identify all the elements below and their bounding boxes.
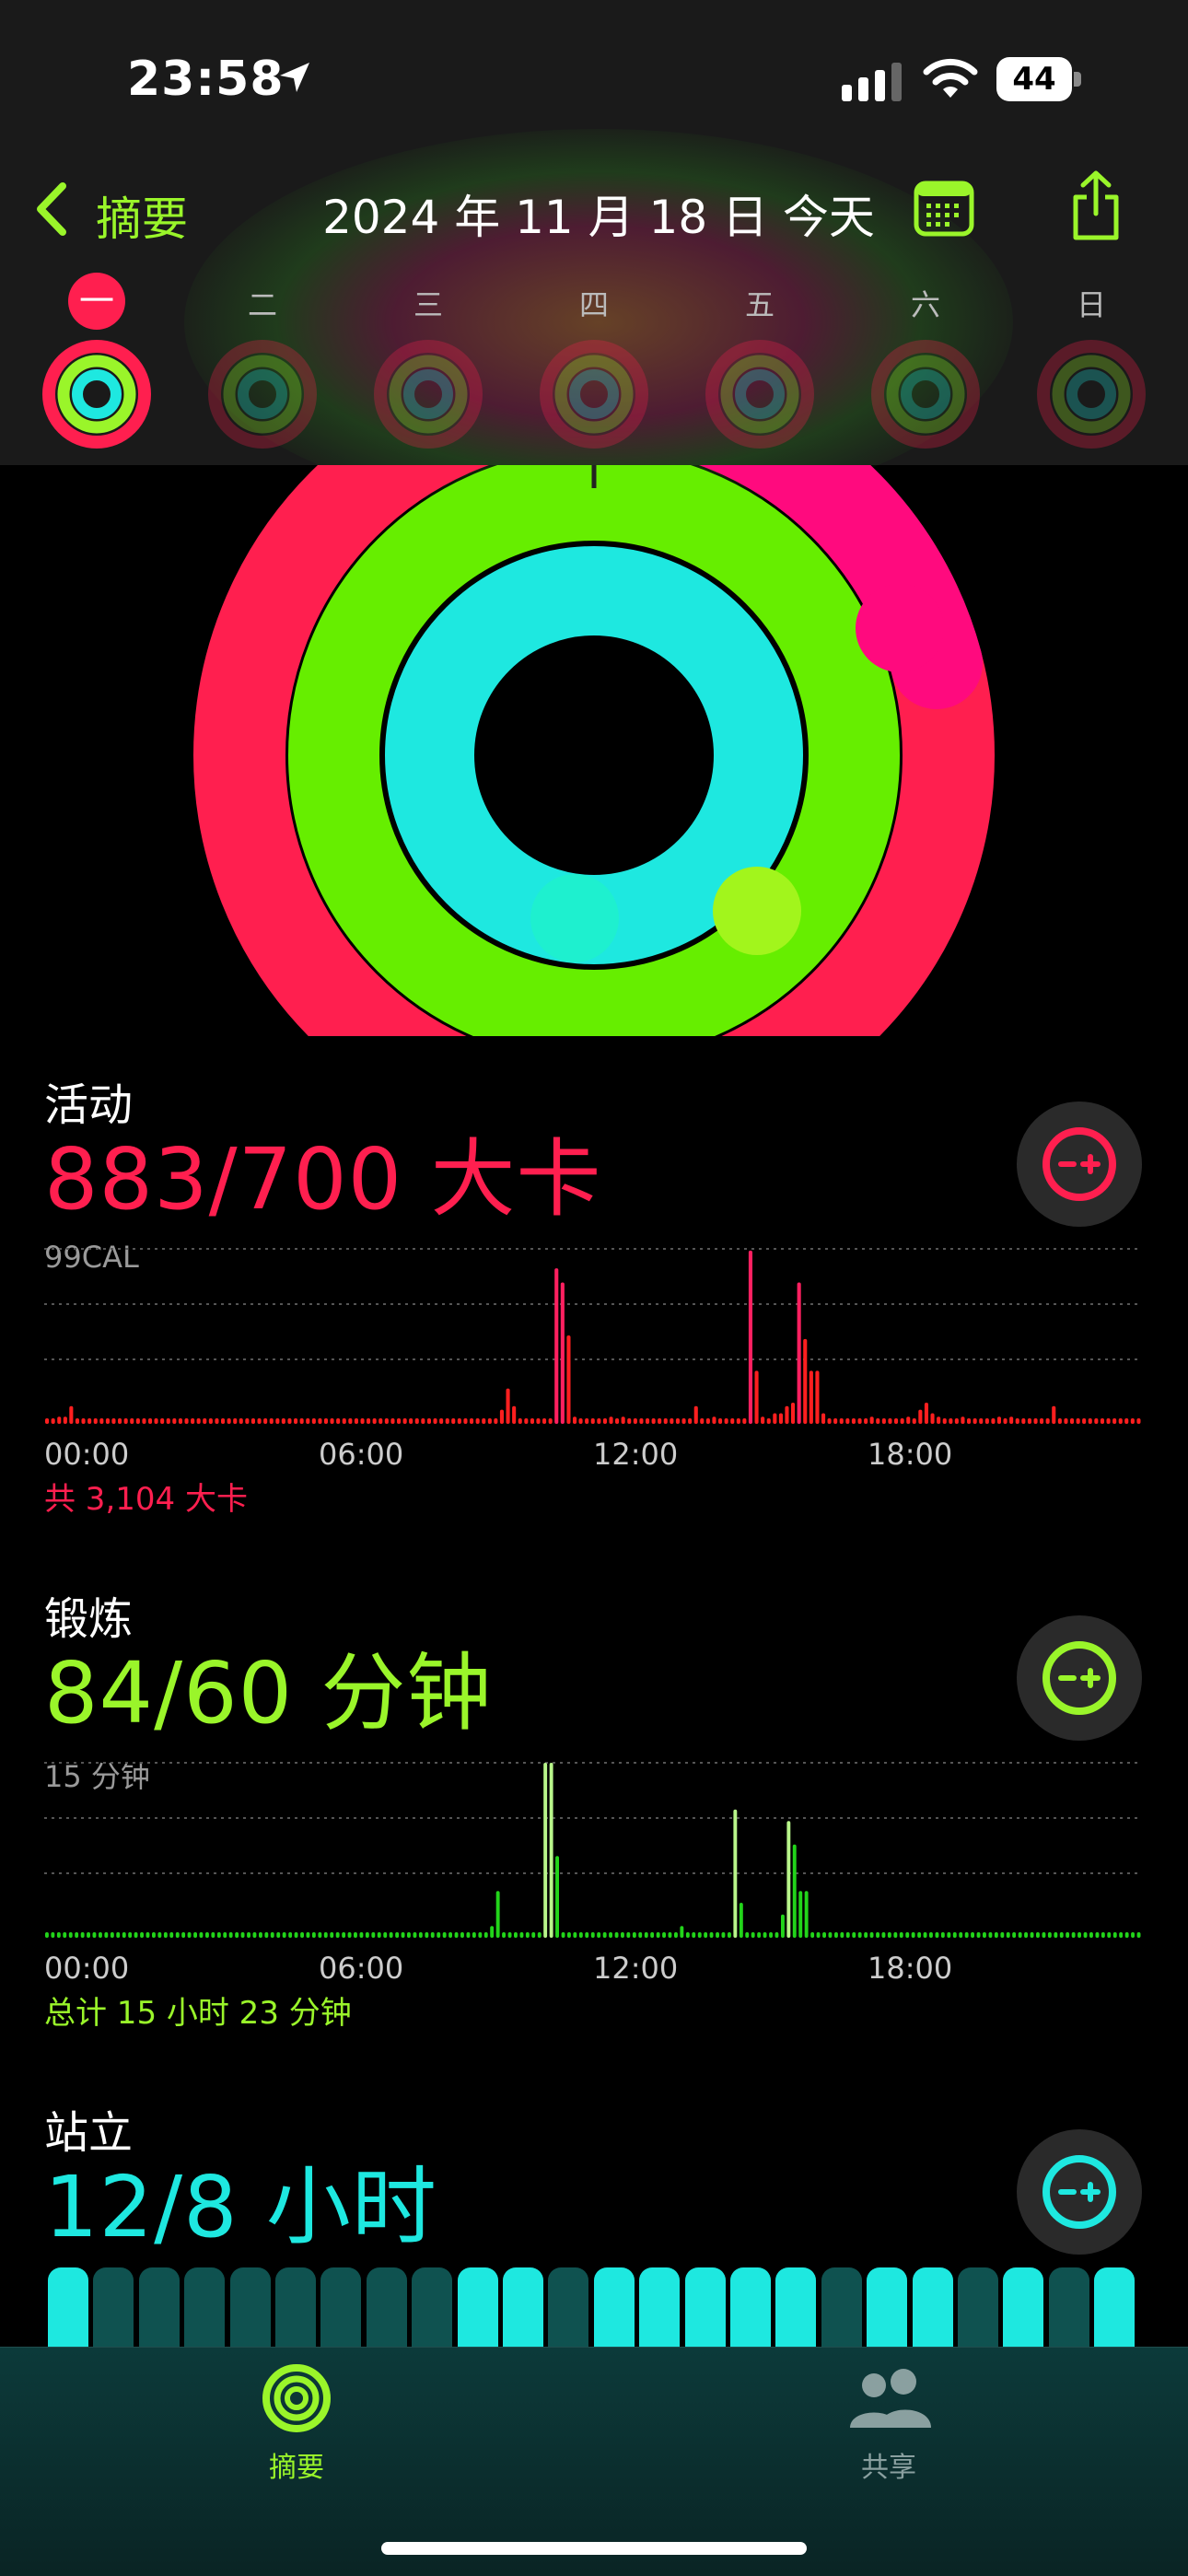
- stand-hour-bar: [366, 2267, 407, 2347]
- stand-hour-bar: [138, 2267, 180, 2347]
- stand-hour-bar: [593, 2267, 635, 2347]
- stand-hour-bar: [229, 2267, 271, 2347]
- stand-hour-bar: [684, 2267, 726, 2347]
- stand-hour-bar: [320, 2267, 362, 2347]
- stand-hour-bar: [412, 2267, 453, 2347]
- tab-summary[interactable]: 摘要: [204, 2444, 389, 2485]
- stand-hour-bar: [184, 2267, 226, 2347]
- stand-hour-bar: [1094, 2267, 1136, 2347]
- stand-hour-bar: [548, 2267, 589, 2347]
- stand-hour-bar: [912, 2267, 953, 2347]
- stand-hour-bar: [821, 2267, 862, 2347]
- home-indicator: [381, 2542, 807, 2555]
- stand-hour-bar: [93, 2267, 134, 2347]
- people-icon[interactable]: [843, 2361, 935, 2435]
- stand-hour-bar: [867, 2267, 908, 2347]
- activity-rings-icon[interactable]: [260, 2361, 333, 2435]
- stand-hour-bar: [639, 2267, 681, 2347]
- stand-hour-bar: [730, 2267, 771, 2347]
- stand-hour-bar: [503, 2267, 543, 2347]
- stand-hour-bar: [457, 2267, 498, 2347]
- stand-hour-bar: [958, 2267, 998, 2347]
- stand-hour-bar: [275, 2267, 316, 2347]
- stand-hour-bar: [1003, 2267, 1044, 2347]
- tab-sharing[interactable]: 共享: [797, 2444, 981, 2485]
- stand-hours-chart: [48, 0, 1144, 2347]
- stand-hour-bar: [1048, 2267, 1089, 2347]
- stand-hour-bar: [775, 2267, 817, 2347]
- stand-hour-bar: [48, 2267, 88, 2347]
